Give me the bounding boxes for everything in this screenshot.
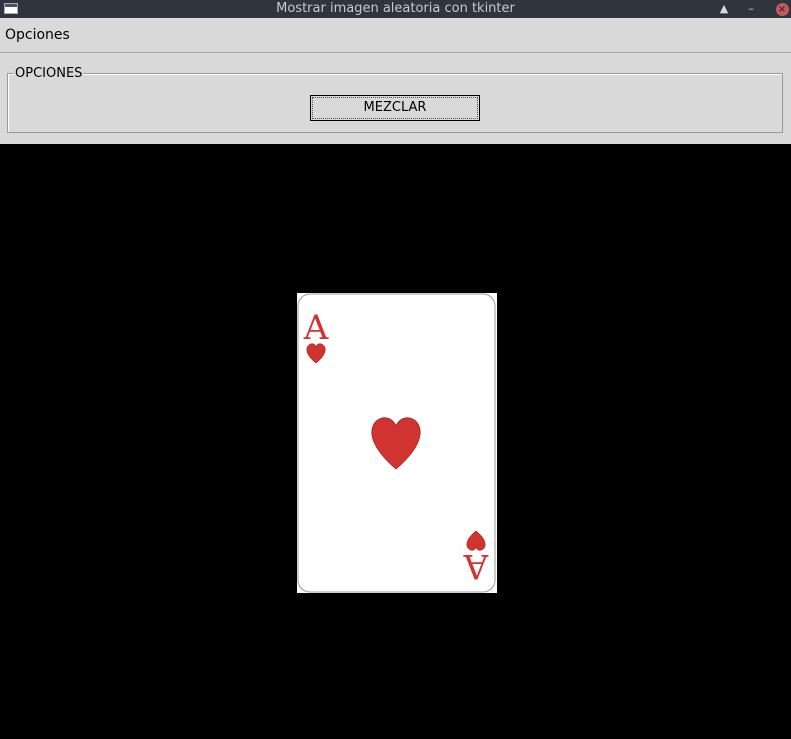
menu-opciones[interactable]: Opciones <box>5 27 70 43</box>
menu-bar: Opciones <box>0 18 791 53</box>
options-labelframe: OPCIONES MEZCLAR <box>7 66 783 133</box>
app-window: Mostrar imagen aleatoria con tkinter ▲ –… <box>0 0 791 739</box>
close-icon: × <box>775 3 789 16</box>
title-bar[interactable]: Mostrar imagen aleatoria con tkinter ▲ –… <box>0 0 791 18</box>
options-legend: OPCIONES <box>14 66 84 81</box>
mezclar-button[interactable]: MEZCLAR <box>310 95 480 121</box>
card-image: A A <box>297 293 497 593</box>
ace-of-hearts-card: A A <box>297 293 496 593</box>
maximize-icon[interactable]: ▲ <box>715 0 733 18</box>
close-button[interactable]: × <box>773 0 791 18</box>
window-title: Mostrar imagen aleatoria con tkinter <box>276 1 515 16</box>
rank-bottom-right: A <box>463 546 489 586</box>
rank-top-left: A <box>303 308 329 348</box>
options-panel: OPCIONES MEZCLAR <box>0 53 791 144</box>
minimize-icon[interactable]: – <box>742 0 760 18</box>
